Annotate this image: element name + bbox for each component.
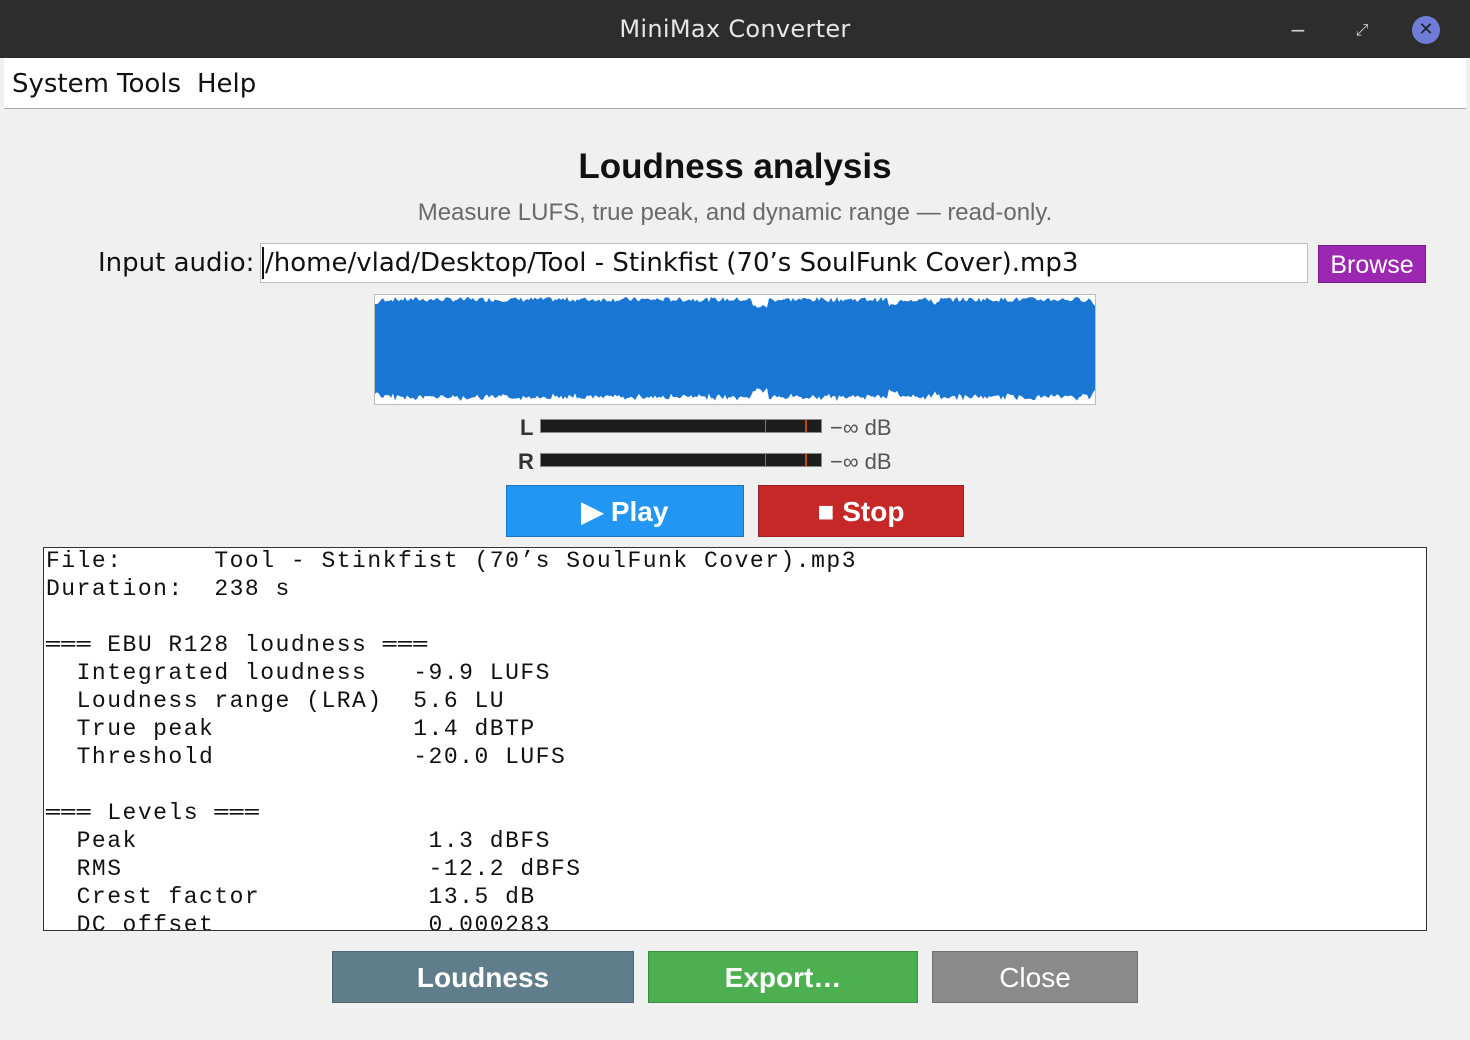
report-line: Threshold -20.0 LUFS: [46, 744, 567, 770]
meter-left-tick: [765, 420, 766, 432]
play-button[interactable]: ▶ Play: [506, 485, 744, 537]
window-title: MiniMax Converter: [619, 15, 851, 43]
meter-right-bar: [540, 453, 822, 467]
meter-right-label: R: [518, 449, 534, 474]
report-line: Crest factor 13.5 dB: [46, 884, 536, 910]
waveform-path: [375, 297, 1095, 401]
menu-tools[interactable]: Tools: [117, 69, 181, 99]
menu-system[interactable]: System: [12, 69, 109, 99]
report-line: File: Tool - Stinkfist (70’s SoulFunk Co…: [46, 548, 858, 574]
waveform-display[interactable]: [374, 294, 1096, 405]
export-button[interactable]: Export…: [648, 951, 918, 1003]
menu-bar: System Tools Help: [4, 58, 1466, 109]
report-line: DC offset 0.000283: [46, 912, 551, 931]
maximize-icon[interactable]: ⤢: [1348, 16, 1376, 44]
page-title: Loudness analysis: [578, 147, 892, 186]
title-bar: MiniMax Converter − ⤢ ✕: [0, 0, 1470, 58]
input-audio-label: Input audio:: [98, 248, 255, 278]
report-line: True peak 1.4 dBTP: [46, 716, 536, 742]
loudness-button[interactable]: Loudness: [332, 951, 634, 1003]
report-line: ═══ Levels ═══: [46, 800, 261, 826]
menu-help[interactable]: Help: [197, 69, 256, 99]
report-line: Loudness range (LRA) 5.6 LU: [46, 688, 506, 714]
meter-right-peak: [805, 454, 807, 466]
main-content: Loudness analysis Measure LUFS, true pea…: [4, 109, 1466, 1036]
app-window: MiniMax Converter − ⤢ ✕ System Tools Hel…: [0, 0, 1470, 1040]
text-caret: [262, 247, 264, 279]
minimize-icon[interactable]: −: [1284, 16, 1312, 44]
browse-button[interactable]: Browse: [1318, 245, 1426, 283]
close-button[interactable]: Close: [932, 951, 1138, 1003]
meter-right-tick: [765, 454, 766, 466]
meter-left-bar: [540, 419, 822, 433]
report-line: Duration: 238 s: [46, 576, 291, 602]
waveform-graphic: [375, 297, 1095, 401]
report-line: Integrated loudness -9.9 LUFS: [46, 660, 551, 686]
analysis-report[interactable]: File: Tool - Stinkfist (70’s SoulFunk Co…: [43, 547, 1427, 931]
page-subtitle: Measure LUFS, true peak, and dynamic ran…: [417, 199, 1053, 226]
meter-right-db: −∞ dB: [830, 449, 892, 474]
report-line: ═══ EBU R128 loudness ═══: [46, 632, 429, 658]
report-line: Peak 1.3 dBFS: [46, 828, 551, 854]
close-window-icon[interactable]: ✕: [1412, 16, 1440, 44]
report-line: RMS -12.2 dBFS: [46, 856, 582, 882]
meter-left-db: −∞ dB: [830, 415, 892, 440]
stop-button[interactable]: ■ Stop: [758, 485, 964, 537]
input-audio-field[interactable]: [260, 243, 1308, 283]
meter-left-label: L: [520, 415, 534, 440]
meter-left-peak: [805, 420, 807, 432]
